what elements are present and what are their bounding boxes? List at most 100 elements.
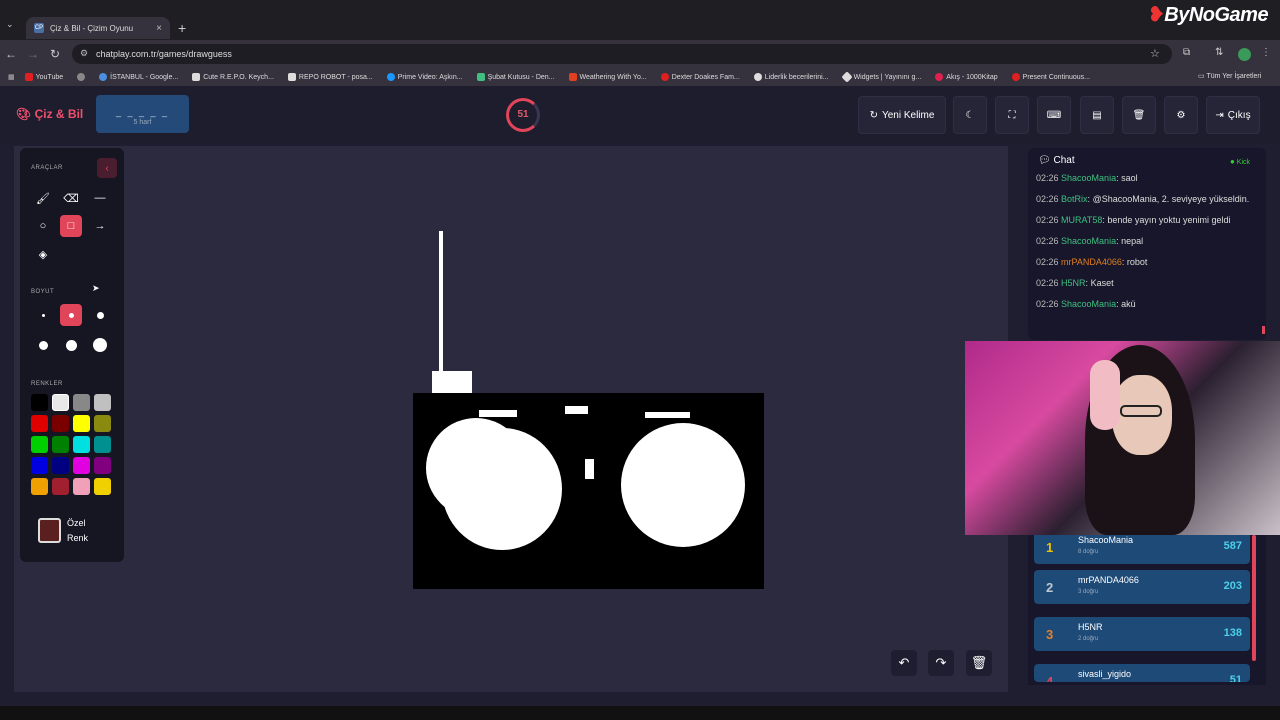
color-swatch[interactable]	[73, 457, 90, 474]
correct-count: 8 doğru	[1078, 549, 1099, 555]
word-mask: _ _ _ _ _	[115, 107, 170, 117]
message-user[interactable]: H5NR	[1061, 278, 1086, 288]
player-name: sivasli_yigido	[1078, 669, 1132, 679]
rank: 1	[1046, 540, 1054, 555]
chat-message: 02:26 ShacooMania: saol	[1036, 172, 1258, 185]
message-user[interactable]: ShacooMania	[1061, 236, 1116, 246]
bookmark-item[interactable]: Şubat Kutusu - Den...	[476, 73, 555, 81]
undo-button[interactable]: ↶	[891, 650, 917, 676]
extensions-icon[interactable]: ⧉	[1183, 47, 1190, 58]
app-logo[interactable]: 🎨︎ Çiz & Bil	[16, 107, 83, 121]
color-swatch[interactable]	[52, 478, 69, 495]
size-option-2[interactable]	[60, 304, 82, 326]
browser-tab[interactable]: CP Çiz & Bil - Çizim Oyunu ×	[26, 17, 170, 39]
bookmark-item[interactable]: REPO ROBOT - posa...	[287, 73, 373, 81]
message-user[interactable]: MURAT58	[1061, 215, 1102, 225]
size-option-3[interactable]	[89, 304, 111, 326]
size-option-5[interactable]	[60, 334, 82, 356]
custom-color-swatch[interactable]	[38, 518, 61, 543]
collapse-panel-button[interactable]: ‹	[97, 158, 117, 178]
url-input[interactable]: chatplay.com.tr/games/drawguess	[72, 44, 1172, 64]
rectangle-tool[interactable]: □	[60, 215, 82, 237]
clear-canvas-button[interactable]: 🗑︎	[966, 650, 992, 676]
color-swatch[interactable]	[31, 478, 48, 495]
color-swatch[interactable]	[31, 415, 48, 432]
size-option-6[interactable]	[89, 334, 111, 356]
bookmark-item[interactable]: YouTube	[24, 73, 63, 81]
exit-button[interactable]: ⇥ Çıkış	[1206, 96, 1260, 134]
redo-button[interactable]: ↷	[928, 650, 954, 676]
eraser-tool[interactable]: ⌫	[60, 187, 82, 209]
color-swatch[interactable]	[31, 436, 48, 453]
color-swatch[interactable]	[52, 436, 69, 453]
brush-tool[interactable]: 🖌︎	[32, 187, 54, 209]
bookmark-item[interactable]: Widgets | Yayınını g...	[840, 71, 921, 83]
color-swatch[interactable]	[52, 394, 69, 411]
chat-scrollbar[interactable]	[1262, 326, 1265, 334]
tab-close-icon[interactable]: ×	[156, 23, 162, 34]
color-swatch[interactable]	[94, 436, 111, 453]
bookmark-item[interactable]: Cute R.E.P.O. Keych...	[192, 73, 274, 81]
size-option-4[interactable]	[32, 334, 54, 356]
size-dot	[65, 339, 77, 351]
keyboard-button[interactable]: ⌨	[1037, 96, 1071, 134]
color-swatch[interactable]	[52, 457, 69, 474]
url-text: chatplay.com.tr/games/drawguess	[96, 49, 232, 59]
forward-icon[interactable]: →	[22, 47, 44, 61]
bookmark-item[interactable]: Akış - 1000Kitap	[935, 73, 998, 81]
size-dot	[68, 312, 74, 318]
bookmark-item[interactable]: Dexter Doakes Fam...	[660, 73, 740, 81]
color-swatch[interactable]	[94, 394, 111, 411]
tab-search-icon[interactable]: ⌄	[6, 19, 14, 30]
browser-tab-bar	[0, 0, 1280, 40]
color-palette	[31, 394, 115, 495]
profile-avatar[interactable]	[1238, 48, 1251, 61]
bookmark-item[interactable]: Present Continuous...	[1011, 73, 1090, 81]
fullscreen-button[interactable]: ⛶	[995, 96, 1029, 134]
bookmark-star-icon[interactable]: ☆	[1150, 47, 1160, 60]
leaderboard-scrollbar[interactable]	[1252, 535, 1256, 661]
settings-button[interactable]: ⚙	[1164, 96, 1198, 134]
color-swatch[interactable]	[52, 415, 69, 432]
color-swatch[interactable]	[73, 394, 90, 411]
dark-mode-button[interactable]: ☾	[953, 96, 987, 134]
new-word-button[interactable]: ↻ Yeni Kelime	[858, 96, 946, 134]
color-swatch[interactable]	[94, 478, 111, 495]
line-tool[interactable]: —	[89, 187, 111, 209]
redo-icon: ↷	[935, 655, 947, 670]
new-tab-icon[interactable]: +	[178, 20, 186, 36]
archive-icon: ▤	[1092, 109, 1102, 121]
color-swatch[interactable]	[94, 415, 111, 432]
circle-tool[interactable]: ○	[32, 215, 54, 237]
color-swatch[interactable]	[31, 394, 48, 411]
downloads-icon[interactable]: ⇅	[1215, 47, 1223, 58]
message-time: 02:26	[1036, 278, 1062, 288]
message-user[interactable]: ShacooMania	[1061, 299, 1116, 309]
message-user[interactable]: mrPANDA4066	[1061, 257, 1122, 267]
message-user[interactable]: BotRix	[1061, 194, 1088, 204]
bookmark-item[interactable]: Weathering With Yo...	[568, 73, 647, 81]
delete-button[interactable]: 🗑︎	[1122, 96, 1156, 134]
size-option-1[interactable]	[32, 304, 54, 326]
color-swatch[interactable]	[73, 478, 90, 495]
bookmark-item[interactable]: Liderlik becerilerini...	[753, 73, 829, 81]
bookmark-item[interactable]: Prime Video: Aşkın...	[386, 73, 463, 81]
color-swatch[interactable]	[94, 457, 111, 474]
back-icon[interactable]: ←	[0, 47, 22, 61]
fill-tool[interactable]: ◈	[32, 243, 54, 265]
apps-grid-icon[interactable]: ▦	[8, 73, 15, 81]
bookmark-item[interactable]	[77, 73, 86, 81]
paint-bucket-icon: ◈	[38, 248, 48, 261]
message-user[interactable]: ShacooMania	[1061, 173, 1116, 183]
browser-menu-icon[interactable]: ⋮	[1261, 47, 1271, 58]
arrow-tool[interactable]: →	[89, 215, 111, 237]
color-swatch[interactable]	[31, 457, 48, 474]
reload-icon[interactable]: ↻	[44, 47, 66, 61]
color-swatch[interactable]	[73, 415, 90, 432]
site-info-icon[interactable]: ⚙	[80, 48, 88, 59]
bookmark-item[interactable]: İSTANBUL - Google...	[99, 73, 178, 81]
archive-button[interactable]: ▤	[1080, 96, 1114, 134]
circle-icon: ○	[39, 220, 47, 232]
color-swatch[interactable]	[73, 436, 90, 453]
all-bookmarks-link[interactable]: ▭ Tüm Yer İşaretleri	[1198, 72, 1261, 80]
